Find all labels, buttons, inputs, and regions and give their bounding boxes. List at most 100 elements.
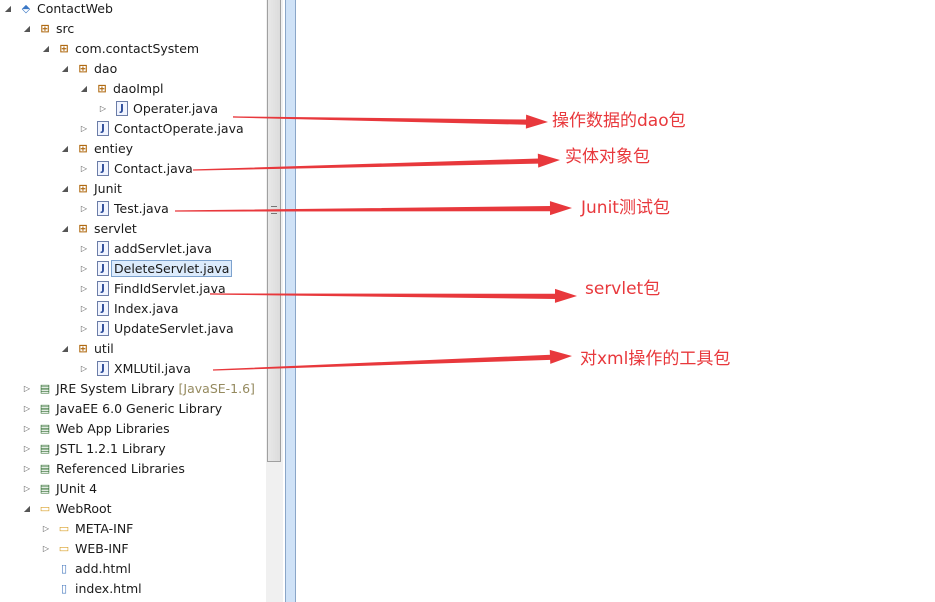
tree-item[interactable]: ▷ ▭ WEB-INF xyxy=(40,538,129,558)
tree-item[interactable]: ◢ ⊞ daoImpl xyxy=(78,78,164,98)
tree-item-label: WebRoot xyxy=(56,500,112,516)
tree-item[interactable]: ▷ J Contact.java xyxy=(78,158,193,178)
collapsed-twisty-icon[interactable]: ▷ xyxy=(21,404,33,413)
tree-item[interactable]: ◢ ⊞ src xyxy=(21,18,74,38)
collapsed-twisty-icon[interactable]: ▷ xyxy=(97,104,109,113)
view-separator[interactable] xyxy=(285,0,296,602)
tree-item[interactable]: ▷ JaddServlet.java xyxy=(78,238,212,258)
tree-item-label: Contact.java xyxy=(114,160,193,176)
tree-item[interactable]: ▷ J Test.java xyxy=(78,198,169,218)
java-file-icon: J xyxy=(97,120,109,136)
expanded-twisty-icon[interactable]: ◢ xyxy=(59,184,71,193)
tree-item-label: ContactWeb xyxy=(37,0,113,16)
tree-item-label: JRE System Library xyxy=(56,380,175,396)
tree-item-label: DeleteServlet.java xyxy=(111,259,233,277)
tree-item[interactable]: ▷ J Operater.java xyxy=(97,98,218,118)
tree-item-label: JUnit 4 xyxy=(56,480,98,496)
tree-item[interactable]: ▷ ▤ Web App Libraries xyxy=(21,418,170,438)
tree-item[interactable]: ◢ ⊞ dao xyxy=(59,58,117,78)
package-icon: ⊞ xyxy=(78,181,88,195)
tree-item-label: entiey xyxy=(94,140,134,156)
tree-item[interactable]: ▷ ▤ Referenced Libraries xyxy=(21,458,185,478)
tree-item[interactable]: ▷ ▭ META-INF xyxy=(40,518,133,538)
expanded-twisty-icon[interactable]: ◢ xyxy=(21,24,33,33)
collapsed-twisty-icon[interactable]: ▷ xyxy=(78,244,90,253)
tree-item[interactable]: ▷ J FindIdServlet.java xyxy=(78,278,226,298)
java-file-icon: J xyxy=(97,320,109,336)
tree-item-label: com.contactSystem xyxy=(75,40,200,56)
annotation-arrowhead xyxy=(549,201,572,216)
tree-item[interactable]: ◢ ⊞ entiey xyxy=(59,138,133,158)
collapsed-twisty-icon[interactable]: ▷ xyxy=(21,464,33,473)
package-icon: ⊞ xyxy=(59,41,69,55)
java-file-icon: J xyxy=(97,260,109,276)
java-file-icon: J xyxy=(97,160,109,176)
tree-item-label: JSTL 1.2.1 Library xyxy=(56,440,166,456)
expanded-twisty-icon[interactable]: ◢ xyxy=(59,144,71,153)
tree-item-label: daoImpl xyxy=(113,80,164,96)
html-file-icon: ▯ xyxy=(60,561,68,575)
expanded-twisty-icon[interactable]: ◢ xyxy=(59,64,71,73)
tree-item[interactable]: ◢ ⊞ Junit xyxy=(59,178,122,198)
collapsed-twisty-icon[interactable]: ▷ xyxy=(78,204,90,213)
tree-item[interactable]: ▷ ▤ JavaEE 6.0 Generic Library xyxy=(21,398,222,418)
tree-item[interactable]: ▷ J UpdateServlet.java xyxy=(78,318,234,338)
expanded-twisty-icon[interactable]: ◢ xyxy=(59,344,71,353)
scrollbar-grip xyxy=(271,206,277,214)
tree-item[interactable]: ◢ ⊞ servlet xyxy=(59,218,137,238)
tree-item[interactable]: ▷ J DeleteServlet.java xyxy=(78,258,233,278)
expanded-twisty-icon[interactable]: ◢ xyxy=(78,84,90,93)
tree-item[interactable]: ▷ ▤ JUnit 4 xyxy=(21,478,97,498)
tree-item-label: Referenced Libraries xyxy=(56,460,185,476)
tree-item[interactable]: ◢ ▭ WebRoot xyxy=(21,498,112,518)
library-icon: ▤ xyxy=(39,441,51,455)
collapsed-twisty-icon[interactable]: ▷ xyxy=(21,384,33,393)
tree-item-label: Web App Libraries xyxy=(56,420,170,436)
java-file-icon: J xyxy=(97,300,109,316)
collapsed-twisty-icon[interactable]: ▷ xyxy=(78,364,90,373)
expanded-twisty-icon[interactable]: ◢ xyxy=(21,504,33,513)
collapsed-twisty-icon[interactable]: ▷ xyxy=(40,544,52,553)
annotation-arrowhead xyxy=(537,153,560,168)
collapsed-twisty-icon[interactable]: ▷ xyxy=(21,424,33,433)
tree-item[interactable]: ▯ index.html xyxy=(40,578,142,598)
expanded-twisty-icon[interactable]: ◢ xyxy=(59,224,71,233)
html-file-icon: ▯ xyxy=(60,581,68,595)
scrollbar-thumb[interactable] xyxy=(267,0,281,462)
tree-item[interactable]: ◢ ⊞ util xyxy=(59,338,114,358)
tree-item[interactable]: ◢ ⬘ ContactWeb xyxy=(2,0,113,18)
library-icon: ▤ xyxy=(39,421,51,435)
expanded-twisty-icon[interactable]: ◢ xyxy=(40,44,52,53)
java-file-icon: J xyxy=(97,280,109,296)
tree-item[interactable]: ▷ J XMLUtil.java xyxy=(78,358,191,378)
collapsed-twisty-icon[interactable]: ▷ xyxy=(78,264,90,273)
library-icon: ▤ xyxy=(39,401,51,415)
tree-item[interactable]: ▷ J Index.java xyxy=(78,298,179,318)
tree-item[interactable]: ▷ ▤ JRE System Library [JavaSE-1.6] xyxy=(21,378,255,398)
tree-item[interactable]: ▷ J ContactOperate.java xyxy=(78,118,244,138)
tree-item[interactable]: ◢ ⊞ com.contactSystem xyxy=(40,38,199,58)
collapsed-twisty-icon[interactable]: ▷ xyxy=(78,124,90,133)
tree-item[interactable]: ▯ add.html xyxy=(40,558,131,578)
collapsed-twisty-icon[interactable]: ▷ xyxy=(21,444,33,453)
tree-item-label: WEB-INF xyxy=(75,540,129,556)
collapsed-twisty-icon[interactable]: ▷ xyxy=(78,324,90,333)
vertical-scrollbar[interactable] xyxy=(266,0,283,602)
tree-item-label: index.html xyxy=(75,580,142,596)
collapsed-twisty-icon[interactable]: ▷ xyxy=(78,304,90,313)
collapsed-twisty-icon[interactable]: ▷ xyxy=(40,524,52,533)
tree-item[interactable]: ▷ ▤ JSTL 1.2.1 Library xyxy=(21,438,166,458)
annotation-arrowhead xyxy=(554,288,577,303)
tree-item-label: XMLUtil.java xyxy=(114,360,191,376)
annotation-label: 对xml操作的工具包 xyxy=(580,349,731,369)
collapsed-twisty-icon[interactable]: ▷ xyxy=(21,484,33,493)
package-icon: ⊞ xyxy=(78,141,88,155)
folder-icon: ▭ xyxy=(39,501,51,515)
annotation-label: servlet包 xyxy=(585,279,661,299)
project-icon: ⬘ xyxy=(21,1,31,15)
collapsed-twisty-icon[interactable]: ▷ xyxy=(78,164,90,173)
tree-item-label: Operater.java xyxy=(133,100,219,116)
collapsed-twisty-icon[interactable]: ▷ xyxy=(78,284,90,293)
tree-item-decoration: [JavaSE-1.6] xyxy=(178,380,255,396)
expanded-twisty-icon[interactable]: ◢ xyxy=(2,4,14,13)
